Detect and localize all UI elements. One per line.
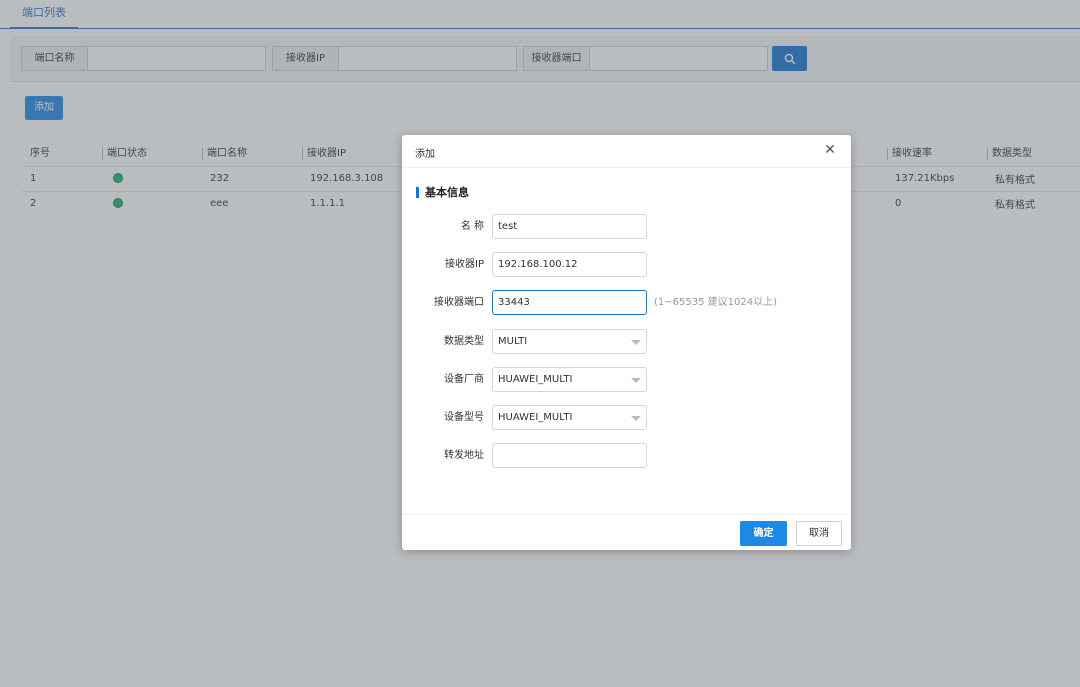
model-value: HUAWEI_MULTI	[498, 412, 573, 423]
data-type-select[interactable]: MULTI	[492, 329, 647, 354]
receiver-port-input[interactable]: 33443	[492, 290, 647, 315]
receiver-ip-label: 接收器IP	[445, 259, 484, 270]
data-type-row: 数据类型 MULTI	[402, 329, 851, 354]
dialog-header: 添加 ✕	[402, 135, 851, 168]
dialog-footer: 确定 取消	[402, 514, 851, 550]
dialog-title: 添加	[415, 149, 435, 160]
vendor-select[interactable]: HUAWEI_MULTI	[492, 367, 647, 392]
confirm-button[interactable]: 确定	[740, 521, 787, 546]
vendor-label: 设备厂商	[444, 374, 484, 385]
receiver-port-hint: (1~65535 建议1024以上)	[654, 297, 777, 308]
forward-label: 转发地址	[444, 450, 484, 461]
section-title: 基本信息	[416, 187, 469, 198]
name-label: 名 称	[460, 221, 484, 232]
data-type-label: 数据类型	[444, 336, 484, 347]
receiver-port-label: 接收器端口	[434, 297, 484, 308]
add-port-dialog: 添加 ✕ 基本信息 名 称 test 接收器IP 192.168.100.12 …	[402, 135, 851, 550]
receiver-ip-input[interactable]: 192.168.100.12	[492, 252, 647, 277]
chevron-down-icon	[631, 340, 641, 345]
name-row: 名 称 test	[402, 214, 851, 239]
close-icon[interactable]: ✕	[823, 142, 837, 158]
vendor-row: 设备厂商 HUAWEI_MULTI	[402, 367, 851, 392]
name-input[interactable]: test	[492, 214, 647, 239]
cancel-button[interactable]: 取消	[796, 521, 842, 546]
receiver-port-row: 接收器端口 33443 (1~65535 建议1024以上)	[402, 290, 851, 315]
forward-row: 转发地址	[402, 443, 851, 468]
model-row: 设备型号 HUAWEI_MULTI	[402, 405, 851, 430]
vendor-value: HUAWEI_MULTI	[498, 374, 573, 385]
data-type-value: MULTI	[498, 336, 528, 347]
chevron-down-icon	[631, 416, 641, 421]
chevron-down-icon	[631, 378, 641, 383]
model-label: 设备型号	[444, 412, 484, 423]
model-select[interactable]: HUAWEI_MULTI	[492, 405, 647, 430]
forward-input[interactable]	[492, 443, 647, 468]
receiver-ip-row: 接收器IP 192.168.100.12	[402, 252, 851, 277]
